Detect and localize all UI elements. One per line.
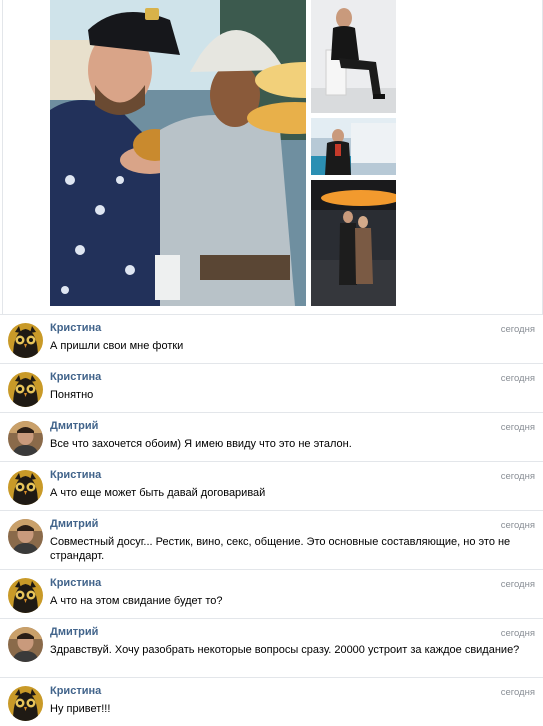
man-avatar[interactable] <box>8 421 43 456</box>
author-name[interactable]: Кристина <box>50 469 101 481</box>
author-name[interactable]: Кристина <box>50 577 101 589</box>
message-text: Совместный досуг... Рестик, вино, секс, … <box>50 536 511 562</box>
owl-avatar[interactable] <box>8 323 43 358</box>
man-avatar[interactable] <box>8 519 43 554</box>
owl-avatar[interactable] <box>8 470 43 505</box>
message-item[interactable]: Дмитрий сегодня Здравствуй. Хочу разобра… <box>0 619 543 678</box>
message-item[interactable]: Дмитрий сегодня Все что захочется обоим)… <box>0 413 543 462</box>
message-text: А что еще может быть давай договаривай <box>50 487 266 499</box>
author-name[interactable]: Дмитрий <box>50 626 98 638</box>
message-item[interactable]: Кристина сегодня А что на этом свидание … <box>0 570 543 619</box>
message-date[interactable]: сегодня <box>501 687 535 698</box>
message-text: Понятно <box>50 389 94 401</box>
owl-avatar[interactable] <box>8 686 43 721</box>
message-item[interactable]: Дмитрий сегодня Совместный досуг... Рест… <box>0 511 543 570</box>
author-name[interactable]: Дмитрий <box>50 420 98 432</box>
message-item[interactable]: Кристина сегодня А пришли свои мне фотки <box>0 315 543 364</box>
message-date[interactable]: сегодня <box>501 579 535 590</box>
message-text: А что на этом свидание будет то? <box>50 595 223 607</box>
message-date[interactable]: сегодня <box>501 471 535 482</box>
photo-main[interactable] <box>50 0 306 306</box>
photo-side-2[interactable] <box>311 118 396 175</box>
message-date[interactable]: сегодня <box>501 628 535 639</box>
author-name[interactable]: Кристина <box>50 371 101 383</box>
message-item[interactable]: Кристина сегодня Ну привет!!! <box>0 678 543 726</box>
message-date[interactable]: сегодня <box>501 373 535 384</box>
message-date[interactable]: сегодня <box>501 520 535 531</box>
message-item[interactable]: Кристина сегодня Понятно <box>0 364 543 413</box>
man-avatar[interactable] <box>8 627 43 662</box>
author-name[interactable]: Кристина <box>50 322 101 334</box>
photo-side-1[interactable] <box>311 0 396 113</box>
owl-avatar[interactable] <box>8 578 43 613</box>
photo-side-3[interactable] <box>311 180 396 306</box>
message-list: Кристина сегодня А пришли свои мне фотки… <box>0 315 543 726</box>
message-text: А пришли свои мне фотки <box>50 340 184 352</box>
message-text: Все что захочется обоим) Я имею ввиду чт… <box>50 438 352 450</box>
message-text: Здравствуй. Хочу разобрать некоторые воп… <box>50 644 520 656</box>
message-text: Ну привет!!! <box>50 703 111 715</box>
message-date[interactable]: сегодня <box>501 422 535 433</box>
author-name[interactable]: Дмитрий <box>50 518 98 530</box>
photo-attachment-group <box>0 0 543 314</box>
message-item[interactable]: Кристина сегодня А что еще может быть да… <box>0 462 543 511</box>
message-date[interactable]: сегодня <box>501 324 535 335</box>
author-name[interactable]: Кристина <box>50 685 101 697</box>
owl-avatar[interactable] <box>8 372 43 407</box>
